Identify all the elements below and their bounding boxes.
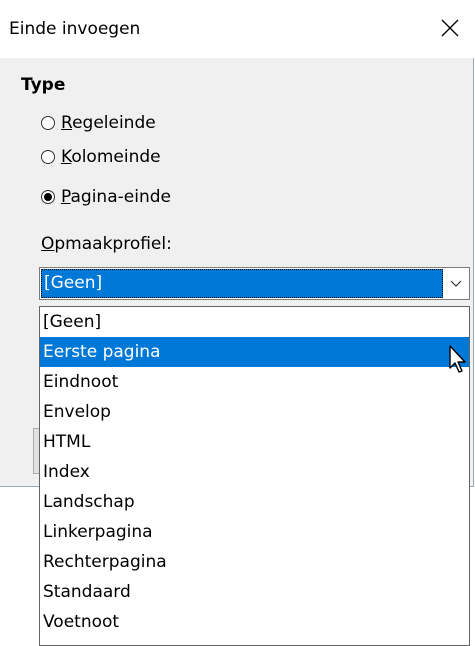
combobox-value: [Geen] (41, 269, 443, 298)
dialog-title: Einde invoegen (9, 19, 141, 39)
list-item[interactable]: Standaard (40, 577, 469, 607)
list-item[interactable]: Index (40, 457, 469, 487)
list-item[interactable]: Linkerpagina (40, 517, 469, 547)
type-heading: Type (21, 75, 66, 95)
chevron-down-icon[interactable] (444, 269, 468, 298)
radio-button[interactable] (41, 116, 55, 130)
title-bar: Einde invoegen (0, 0, 474, 58)
radio-page-break[interactable]: Pagina-einde (41, 185, 171, 209)
list-item-highlighted[interactable]: Eerste pagina (40, 337, 469, 367)
list-item[interactable]: Rechterpagina (40, 547, 469, 577)
list-item[interactable]: Eindnoot (40, 367, 469, 397)
radio-label: Regeleinde (61, 113, 156, 133)
style-label: Opmaakprofiel: (41, 234, 172, 254)
close-icon[interactable] (436, 14, 464, 42)
radio-label: Kolomeinde (61, 147, 161, 167)
radio-button-checked[interactable] (41, 190, 55, 204)
style-combobox[interactable]: [Geen] (39, 267, 470, 300)
radio-label: Pagina-einde (61, 187, 171, 207)
list-item[interactable]: Voetnoot (40, 607, 469, 637)
list-item[interactable]: [Geen] (40, 307, 469, 337)
radio-button[interactable] (41, 150, 55, 164)
mouse-pointer-icon (448, 344, 470, 374)
list-item[interactable]: Landschap (40, 487, 469, 517)
radio-column-break[interactable]: Kolomeinde (41, 145, 161, 169)
list-item[interactable]: HTML (40, 427, 469, 457)
radio-line-break[interactable]: Regeleinde (41, 111, 156, 135)
list-item[interactable]: Envelop (40, 397, 469, 427)
style-dropdown-list[interactable]: [Geen] Eerste pagina Eindnoot Envelop HT… (39, 306, 470, 646)
